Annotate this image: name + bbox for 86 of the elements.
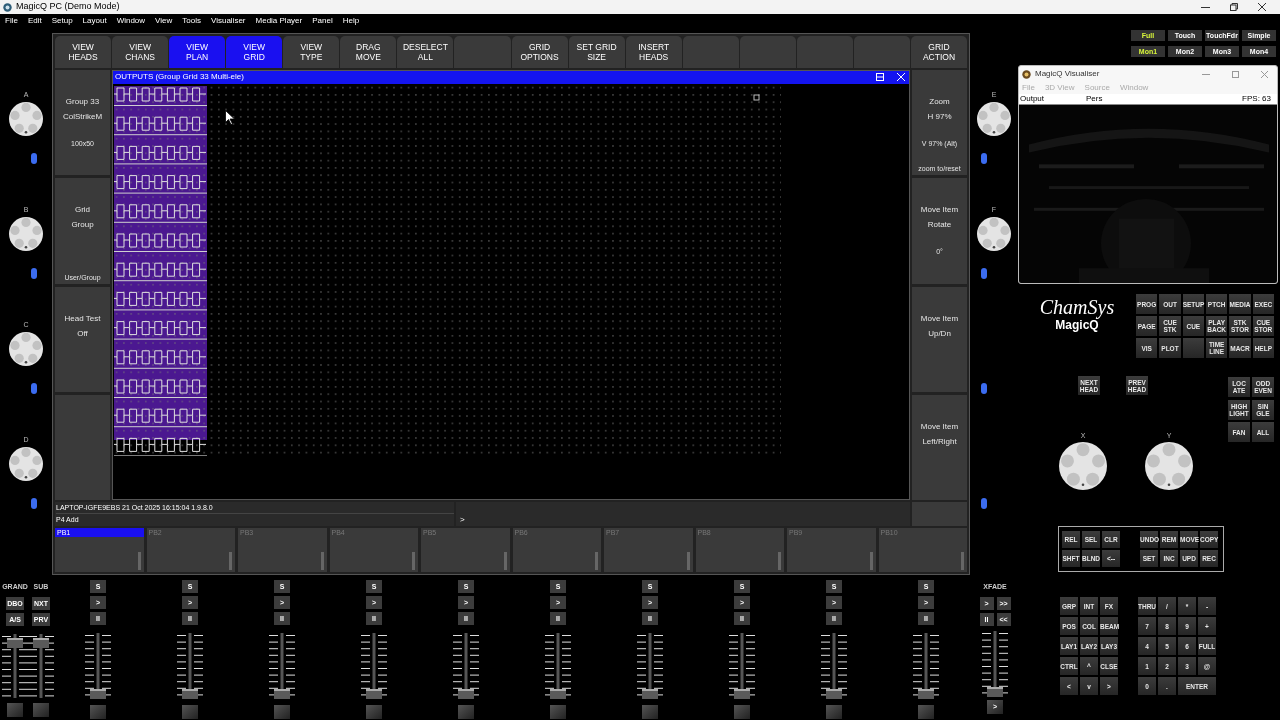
encoder-knob[interactable]: [8, 331, 44, 367]
fader-knob[interactable]: [33, 637, 49, 648]
fader[interactable]: [981, 629, 1009, 697]
app-icon: [3, 2, 12, 12]
toolbar-button[interactable]: GRID OPTIONS: [511, 36, 568, 68]
encoder-knob[interactable]: [8, 101, 44, 137]
encoder-knob[interactable]: [8, 446, 44, 482]
window-title: MagicQ Visualiser: [1035, 68, 1100, 80]
fader-knob[interactable]: [7, 637, 23, 648]
flash-button[interactable]: [918, 705, 934, 719]
output-label: Output: [1020, 93, 1045, 105]
menu-item[interactable]: Media Player: [255, 15, 303, 27]
flash-button[interactable]: [734, 705, 750, 719]
menu-item[interactable]: Help: [342, 15, 360, 27]
console-key[interactable]: [1182, 338, 1204, 358]
flash-button[interactable]: [642, 705, 658, 719]
toolbar-button[interactable]: GRID ACTION: [910, 36, 967, 68]
indicator-light: [981, 153, 987, 164]
indicator-light: [31, 498, 37, 509]
encoder-knob[interactable]: [1144, 441, 1194, 491]
fader[interactable]: [636, 631, 664, 699]
fader[interactable]: [452, 631, 480, 699]
brand-logo: ChamSys: [1039, 296, 1115, 318]
encoder-knob[interactable]: [1058, 441, 1108, 491]
soft-button[interactable]: Move Item Up/Dn: [912, 286, 967, 392]
fader[interactable]: [84, 631, 112, 699]
flash-button[interactable]: [366, 705, 382, 719]
view-label: Pers: [1086, 93, 1103, 105]
toolbar-button[interactable]: INSERT HEADS: [625, 36, 682, 68]
soft-button[interactable]: Head Test Off: [55, 286, 110, 392]
cursor-icon: [225, 109, 235, 125]
menu-item[interactable]: Setup: [51, 15, 73, 27]
status-box: [912, 502, 967, 527]
soft-button[interactable]: Move Item Left/Right: [912, 394, 967, 501]
window-title: MagicQ PC (Demo Mode): [16, 0, 120, 14]
indicator-light: [31, 383, 37, 394]
flash-button[interactable]: [550, 705, 566, 719]
flash-button[interactable]: [7, 703, 23, 717]
toolbar-button[interactable]: DESELECT ALL: [397, 36, 454, 68]
fader[interactable]: [1, 632, 29, 700]
fader[interactable]: [912, 631, 940, 699]
menu-item[interactable]: View: [155, 15, 173, 27]
encoder-knob[interactable]: [976, 216, 1012, 252]
maximize-icon[interactable]: [1230, 3, 1238, 11]
toolbar-button[interactable]: VIEW PLAN: [169, 36, 226, 68]
restore-icon[interactable]: [876, 73, 884, 82]
indicator-light: [31, 268, 37, 279]
menu-item[interactable]: Tools: [182, 15, 201, 27]
minimize-icon[interactable]: [1201, 6, 1210, 8]
menu-item[interactable]: Edit: [27, 15, 42, 27]
flash-button[interactable]: [182, 705, 198, 719]
fader[interactable]: [820, 631, 848, 699]
encoder-knob[interactable]: [976, 101, 1012, 137]
toolbar-button[interactable]: VIEW GRID: [226, 36, 283, 68]
flash-button[interactable]: [458, 705, 474, 719]
menu-item[interactable]: File: [5, 15, 18, 27]
close-icon[interactable]: [1258, 3, 1266, 11]
fader[interactable]: [268, 631, 296, 699]
fader[interactable]: [728, 631, 756, 699]
toolbar-button[interactable]: VIEW TYPE: [283, 36, 340, 68]
fader[interactable]: [176, 631, 204, 699]
fader[interactable]: [544, 631, 572, 699]
flash-button[interactable]: [274, 705, 290, 719]
indicator-light: [981, 268, 987, 279]
fader[interactable]: [360, 631, 388, 699]
menu-item[interactable]: Window: [116, 15, 146, 27]
fps-readout: FPS: 63: [1242, 93, 1272, 105]
app-icon: [1022, 69, 1031, 79]
toolbar-button[interactable]: DRAG MOVE: [340, 36, 397, 68]
fader[interactable]: [27, 632, 55, 700]
menu-item[interactable]: Layout: [82, 15, 107, 27]
toolbar-button[interactable]: VIEW CHANS: [112, 36, 169, 68]
indicator-light: [981, 498, 987, 509]
toolbar-button[interactable]: VIEW HEADS: [55, 36, 112, 68]
menu-item[interactable]: Panel: [312, 15, 333, 27]
menu-item[interactable]: Visualiser: [210, 15, 246, 27]
toolbar-button[interactable]: SET GRID SIZE: [568, 36, 625, 68]
prompt-text: >: [460, 514, 465, 527]
indicator-light: [31, 153, 37, 164]
flash-button[interactable]: [90, 705, 106, 719]
window-title: OUTPUTS (Group Grid 33 Multi-ele): [115, 71, 244, 84]
indicator-light: [981, 383, 987, 394]
flash-button[interactable]: [33, 703, 49, 717]
flash-button[interactable]: [826, 705, 842, 719]
encoder-knob[interactable]: [8, 216, 44, 252]
product-logo: MagicQ: [1055, 318, 1099, 332]
